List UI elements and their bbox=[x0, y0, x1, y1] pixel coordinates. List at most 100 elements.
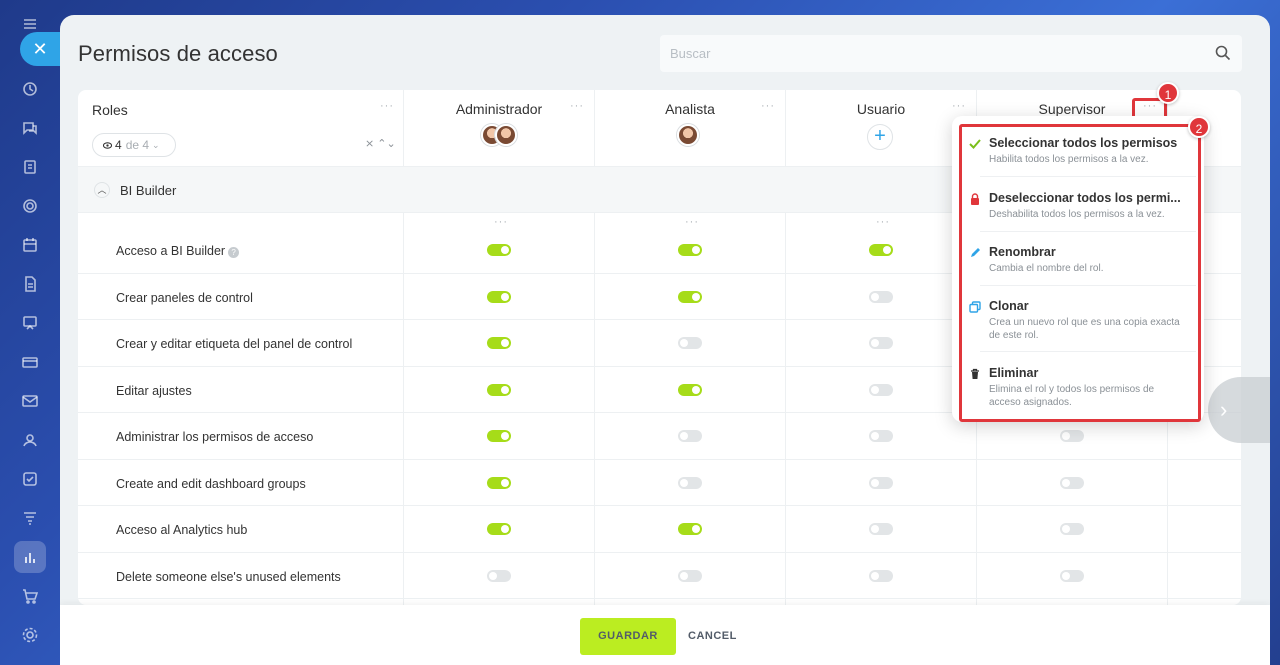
permission-toggle[interactable] bbox=[487, 337, 511, 349]
administrador-more-icon[interactable]: ··· bbox=[570, 100, 584, 112]
permission-label: Delete someone else's unused elements bbox=[116, 569, 341, 584]
cancel-button[interactable]: CANCEL bbox=[688, 618, 737, 655]
menu-item-desc: Crea un nuevo rol que es una copia exact… bbox=[989, 317, 1180, 341]
permission-label: Acceso a BI Builder? bbox=[116, 244, 240, 258]
role-header-administrador[interactable]: Administrador bbox=[404, 101, 594, 117]
filter-count: 4 bbox=[115, 138, 122, 152]
payments-icon[interactable] bbox=[14, 346, 46, 378]
settings-icon[interactable] bbox=[14, 619, 46, 651]
table-row: Acceso al Analytics hub bbox=[78, 506, 1241, 553]
chevron-up-icon[interactable]: ︿ bbox=[94, 182, 110, 198]
roles-filter[interactable]: 4 de 4 ⌄ bbox=[92, 133, 176, 157]
role-header-analista[interactable]: Analista bbox=[595, 101, 785, 117]
permission-label: Editar ajustes bbox=[116, 383, 192, 398]
permission-toggle[interactable] bbox=[869, 383, 893, 396]
permission-toggle[interactable] bbox=[1060, 569, 1084, 582]
menu-item-desc: Habilita todos los permisos a la vez. bbox=[989, 154, 1149, 165]
permission-toggle[interactable] bbox=[678, 383, 702, 396]
menu-item-desc: Deshabilita todos los permisos a la vez. bbox=[989, 209, 1165, 220]
tasks-icon[interactable] bbox=[14, 151, 46, 183]
scroll-right-button[interactable]: › bbox=[1208, 377, 1270, 443]
left-sidebar: ✕ bbox=[0, 0, 60, 665]
calendar-icon[interactable] bbox=[14, 229, 46, 261]
permission-toggle[interactable] bbox=[487, 290, 511, 303]
analista-more-icon[interactable]: ··· bbox=[761, 100, 775, 112]
permission-toggle[interactable] bbox=[869, 569, 893, 582]
permission-toggle[interactable] bbox=[869, 430, 893, 442]
permission-toggle[interactable] bbox=[869, 476, 893, 489]
clone-icon bbox=[969, 301, 981, 313]
permission-toggle[interactable] bbox=[487, 476, 511, 489]
permission-toggle[interactable] bbox=[678, 430, 702, 442]
trash-icon bbox=[971, 368, 979, 379]
cart-icon[interactable] bbox=[14, 580, 46, 612]
crm-icon[interactable] bbox=[14, 190, 46, 222]
analytics-icon[interactable] bbox=[14, 541, 46, 573]
close-panel-button[interactable]: ✕ bbox=[20, 32, 60, 66]
permission-toggle[interactable] bbox=[869, 523, 893, 535]
mail-icon[interactable] bbox=[14, 385, 46, 417]
table-row: Create and edit dashboard groups bbox=[78, 460, 1241, 506]
permission-label: Administrar los permisos de acceso bbox=[116, 430, 314, 444]
footer-bar: GUARDAR CANCEL bbox=[60, 605, 1270, 665]
permission-toggle[interactable] bbox=[1060, 430, 1084, 442]
permission-toggle[interactable] bbox=[869, 244, 893, 256]
callout-badge: 1 bbox=[1157, 82, 1179, 104]
chat-icon[interactable] bbox=[14, 112, 46, 144]
permission-toggle[interactable] bbox=[678, 290, 702, 303]
help-icon[interactable]: ? bbox=[228, 247, 240, 258]
permission-toggle[interactable] bbox=[487, 430, 511, 442]
avatar bbox=[677, 124, 699, 146]
section-title: BI Builder bbox=[120, 183, 177, 198]
menu-item-title: Renombrar bbox=[989, 245, 1056, 259]
table-row: Delete someone else's unused elements bbox=[78, 553, 1241, 599]
permission-toggle[interactable] bbox=[487, 523, 511, 535]
permission-toggle[interactable] bbox=[678, 337, 702, 349]
search-placeholder: Buscar bbox=[670, 46, 711, 61]
checklist-icon[interactable] bbox=[14, 463, 46, 495]
roles-more-icon[interactable]: ··· bbox=[380, 100, 394, 112]
permission-toggle[interactable] bbox=[869, 290, 893, 303]
permission-toggle[interactable] bbox=[678, 523, 702, 535]
activity-icon[interactable] bbox=[14, 73, 46, 105]
chevron-down-icon: ⌄ bbox=[152, 139, 160, 150]
menu-item-title: Eliminar bbox=[989, 366, 1039, 380]
eye-icon bbox=[103, 141, 112, 149]
filter-icon[interactable] bbox=[14, 502, 46, 534]
permission-toggle[interactable] bbox=[678, 244, 702, 256]
contacts-icon[interactable] bbox=[14, 424, 46, 456]
pencil-icon bbox=[971, 248, 980, 257]
filter-of: de 4 bbox=[125, 138, 150, 152]
permission-toggle[interactable] bbox=[869, 337, 893, 349]
menu-item-title: Seleccionar todos los permisos bbox=[989, 136, 1178, 150]
permission-toggle[interactable] bbox=[487, 244, 511, 256]
permission-toggle[interactable] bbox=[678, 476, 702, 489]
roles-header: Roles bbox=[92, 102, 128, 118]
permission-toggle[interactable] bbox=[1060, 476, 1084, 489]
menu-item-desc: Elimina el rol y todos los permisos de a… bbox=[989, 384, 1155, 408]
menu-item-title: Deseleccionar todos los permi... bbox=[989, 191, 1181, 205]
analista-avatars[interactable] bbox=[677, 124, 699, 150]
permission-toggle[interactable] bbox=[678, 569, 702, 582]
lock-icon bbox=[971, 193, 979, 205]
search-icon[interactable] bbox=[1214, 44, 1232, 62]
menu-item-desc: Cambia el nombre del rol. bbox=[989, 263, 1104, 274]
administrador-avatars[interactable] bbox=[481, 124, 517, 150]
permission-label: Crear y editar etiqueta del panel de con… bbox=[116, 337, 353, 351]
permission-toggle[interactable] bbox=[487, 383, 511, 396]
check-icon bbox=[969, 139, 981, 149]
collapse-expand-icon[interactable]: ⨯ ⌃⌄ bbox=[365, 137, 396, 150]
save-button[interactable]: GUARDAR bbox=[580, 618, 676, 655]
permission-toggle[interactable] bbox=[487, 569, 511, 582]
role-header-usuario[interactable]: Usuario bbox=[786, 101, 976, 117]
board-icon[interactable] bbox=[14, 307, 46, 339]
add-user-button[interactable]: + bbox=[867, 124, 893, 150]
permission-label: Create and edit dashboard groups bbox=[116, 476, 306, 491]
search-input[interactable]: Buscar bbox=[660, 35, 1242, 72]
permission-toggle[interactable] bbox=[1060, 523, 1084, 535]
avatar bbox=[495, 124, 517, 146]
usuario-more-icon[interactable]: ··· bbox=[952, 100, 966, 112]
page-title: Permisos de acceso bbox=[78, 41, 278, 66]
documents-icon[interactable] bbox=[14, 268, 46, 300]
permission-label: Crear paneles de control bbox=[116, 290, 253, 305]
